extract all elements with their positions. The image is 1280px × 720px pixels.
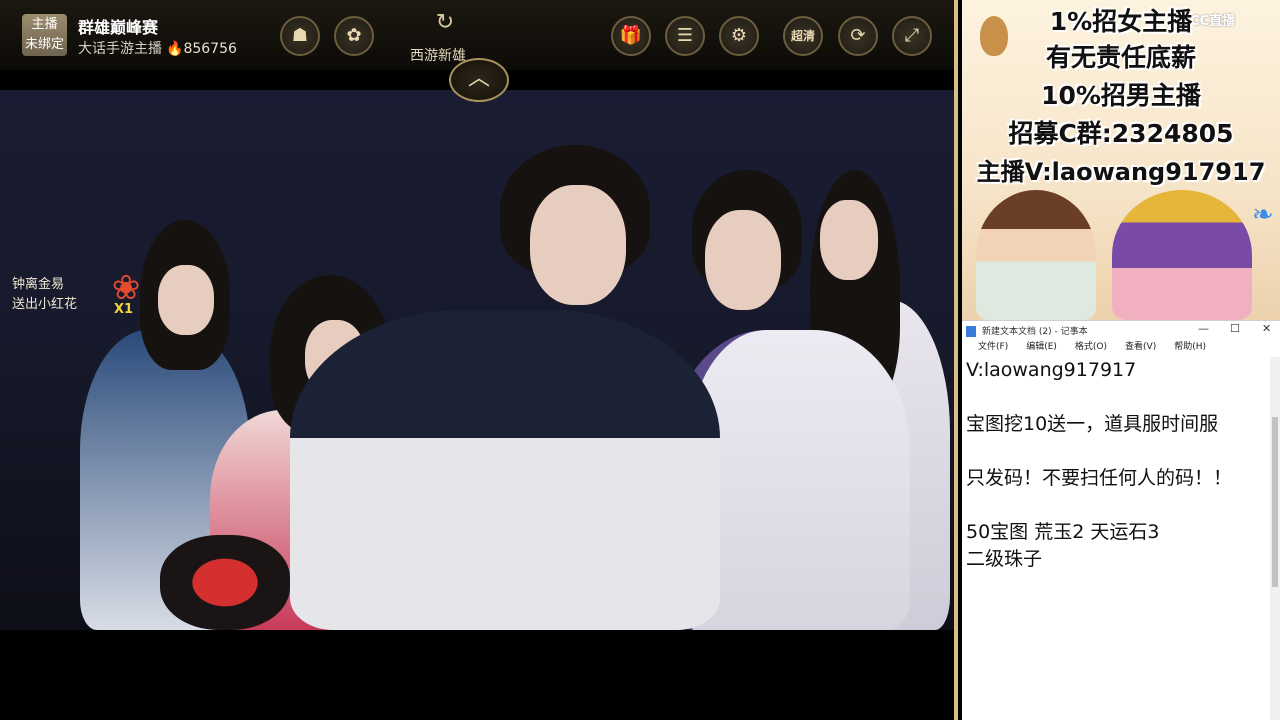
cartoon-girl-avatar xyxy=(1112,190,1252,320)
gift-action: 送出小红花 xyxy=(12,297,78,312)
notepad-line: V:laowang917917 xyxy=(966,359,1137,381)
fullscreen-icon: ⤢ xyxy=(904,25,920,46)
gift-box-button[interactable]: 🎁 xyxy=(611,16,651,56)
face-purple xyxy=(705,210,781,310)
red-jar xyxy=(160,535,290,630)
recruit-banner: CC直播 ❧ 1%招女主播 有无责任底薪 10%招男主播 招募C群:232480… xyxy=(962,0,1280,320)
notepad-text-area[interactable]: V:laowang917917 宝图挖10送一，道具服时间服 只发码！不要扫任何… xyxy=(966,357,1266,573)
menu-edit[interactable]: 编辑(E) xyxy=(1026,342,1057,352)
quality-label: 超清 xyxy=(790,29,815,43)
fullscreen-button[interactable]: ⤢ xyxy=(892,16,932,56)
scrollbar-thumb[interactable] xyxy=(1272,417,1278,587)
notepad-line: 50宝图 荒玉2 天运石3 xyxy=(966,521,1160,543)
figure-center xyxy=(290,310,720,630)
notepad-line xyxy=(966,384,1266,411)
cartoon-boy-avatar xyxy=(976,190,1096,320)
heat-count: 856756 xyxy=(183,41,237,57)
room-subtitle: 大话手游主播 🔥856756 xyxy=(78,38,237,58)
menu-file[interactable]: 文件(F) xyxy=(978,342,1008,352)
promo-line-5: 主播V:laowang917917 xyxy=(976,158,1266,186)
notepad-window[interactable]: 新建文本文档 (2) - 记事本 — ☐ ✕ 文件(F) 编辑(E) 格式(O) 查看… xyxy=(962,320,1280,720)
butterfly-icon: ❧ xyxy=(1252,200,1274,230)
notepad-line: 宝图挖10送一，道具服时间服 xyxy=(966,413,1219,435)
refresh-icon: ⟳ xyxy=(850,25,866,46)
refresh-button[interactable]: ⟳ xyxy=(838,16,878,56)
expand-up-button[interactable]: ︿ xyxy=(449,58,509,102)
danmaku-settings-button[interactable]: ⚙ xyxy=(719,16,759,56)
gift-sender: 钟离金易 xyxy=(12,277,65,292)
danmaku-settings-icon: ⚙ xyxy=(730,25,748,46)
gourd-gift-button[interactable]: ☗ xyxy=(280,16,320,56)
close-button[interactable]: ✕ xyxy=(1262,322,1271,335)
flame-icon: 🔥 xyxy=(166,41,184,57)
room-title: 群雄巅峰赛 xyxy=(78,18,159,37)
notepad-title-text: 新建文本文档 (2) - 记事本 xyxy=(982,327,1088,337)
quality-button[interactable]: 超清 xyxy=(783,16,823,56)
notepad-line xyxy=(966,438,1266,465)
notepad-line: 只发码！不要扫任何人的码！！ xyxy=(966,467,1233,489)
flower-gift-button[interactable]: ✿ xyxy=(334,16,374,56)
video-player[interactable]: 主播 未绑定 群雄巅峰赛 大话手游主播 🔥856756 ☗ ✿ ↻ 西游新雄 🎁 … xyxy=(0,0,958,720)
notepad-line xyxy=(966,492,1266,519)
notepad-menu-bar: 文件(F) 编辑(E) 格式(O) 查看(V) 帮助(H) xyxy=(962,339,1280,355)
gift-count: X1 xyxy=(114,302,134,317)
video-frame[interactable]: 钟离金易 送出小红花 ❀ X1 xyxy=(0,90,954,630)
promo-line-3: 10%招男主播 xyxy=(1041,81,1201,110)
promo-line-1: 1%招女主播 xyxy=(1049,7,1193,36)
chevron-up-icon: ︿ xyxy=(467,66,490,91)
menu-help[interactable]: 帮助(H) xyxy=(1174,342,1206,352)
xiyou-icon[interactable]: ↻ xyxy=(430,10,460,40)
right-panel: CC直播 ❧ 1%招女主播 有无责任底薪 10%招男主播 招募C群:232480… xyxy=(962,0,1280,720)
menu-view[interactable]: 查看(V) xyxy=(1125,342,1156,352)
room-subtitle-text: 大话手游主播 xyxy=(78,41,162,57)
notepad-scrollbar[interactable] xyxy=(1270,357,1280,720)
promo-line-4: 招募C群:2324805 xyxy=(1008,119,1234,148)
maximize-button[interactable]: ☐ xyxy=(1230,322,1240,335)
minimize-button[interactable]: — xyxy=(1198,322,1209,335)
flower-icon: ✿ xyxy=(346,25,362,46)
xiyou-label[interactable]: 西游新雄 xyxy=(410,45,466,65)
menu-list-button[interactable]: ☰ xyxy=(665,16,705,56)
live-stream-screen: 主播 未绑定 群雄巅峰赛 大话手游主播 🔥856756 ☗ ✿ ↻ 西游新雄 🎁 … xyxy=(0,0,1280,720)
notepad-icon xyxy=(966,326,976,337)
promo-line-2: 有无责任底薪 xyxy=(1045,43,1196,72)
gift-notice: 钟离金易 送出小红花 xyxy=(12,275,77,315)
host-badge-line1: 主播 xyxy=(31,17,58,32)
list-icon: ☰ xyxy=(676,25,694,46)
gourd-icon: ☗ xyxy=(291,25,309,46)
notepad-line: 二级珠子 xyxy=(966,548,1043,570)
face-center xyxy=(530,185,626,305)
host-badge-line2: 未绑定 xyxy=(24,37,64,52)
menu-format[interactable]: 格式(O) xyxy=(1075,342,1107,352)
gift-box-icon: 🎁 xyxy=(619,25,643,46)
face-left xyxy=(158,265,214,335)
player-bottom-area xyxy=(0,630,954,720)
face-white-right xyxy=(820,200,878,280)
host-badge[interactable]: 主播 未绑定 xyxy=(22,14,67,56)
notepad-title: 新建文本文档 (2) - 记事本 xyxy=(966,324,1088,337)
